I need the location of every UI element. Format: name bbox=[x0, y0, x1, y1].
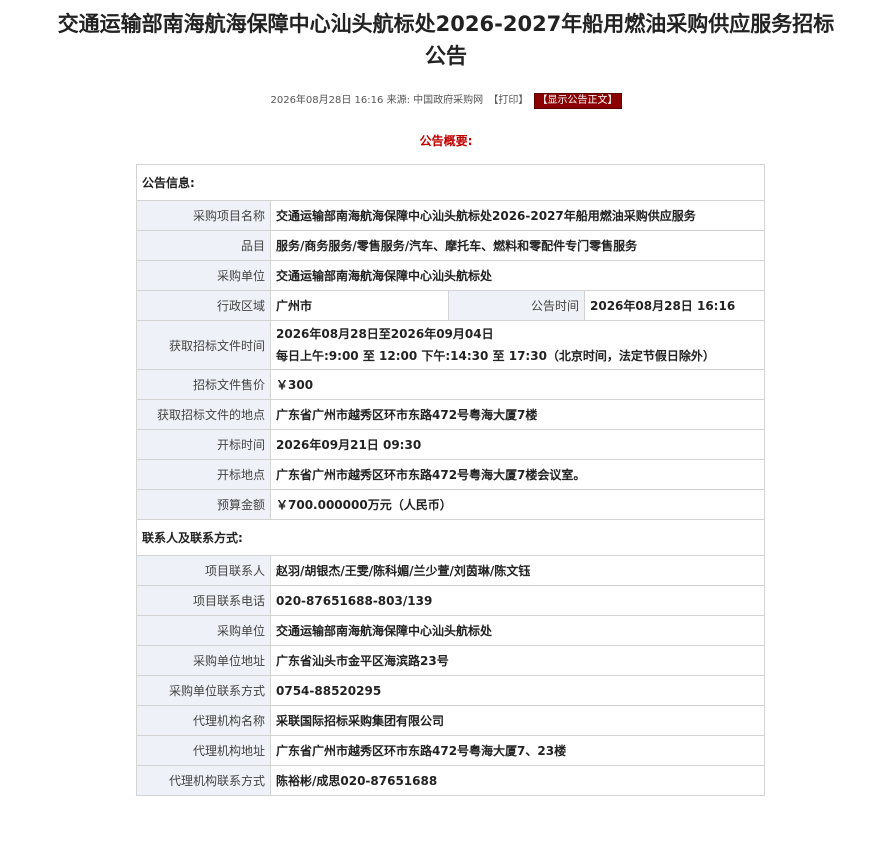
row-label: 代理机构地址 bbox=[136, 735, 271, 766]
purchaser-unit-value: 交通运输部南海航海保障中心汕头航标处 bbox=[270, 615, 765, 646]
announcement-meta: 2026年08月28日 16:16 来源: 中国政府采购网 【打印】 【显示公告… bbox=[0, 93, 892, 109]
publish-datetime: 2026年08月28日 16:16 bbox=[270, 95, 384, 106]
pubtime-label: 公告时间 bbox=[448, 290, 585, 321]
pubtime-value: 2026年08月28日 16:16 bbox=[584, 290, 765, 321]
project-contacts-value: 赵羽/胡银杰/王雯/陈科媚/兰少萱/刘茵琳/陈文钰 bbox=[270, 555, 765, 586]
summary-title: 公告概要: bbox=[419, 134, 473, 148]
bid-open-location-value: 广东省广州市越秀区环市东路472号粤海大厦7楼会议室。 bbox=[270, 459, 765, 490]
doc-time-hours: 每日上午:9:00 至 12:00 下午:14:30 至 17:30（北京时间，… bbox=[276, 349, 715, 363]
row-label: 项目联系人 bbox=[136, 555, 271, 586]
row-label: 品目 bbox=[136, 230, 271, 261]
doc-time-range: 2026年08月28日至2026年09月04日 bbox=[276, 327, 494, 341]
row-label: 开标地点 bbox=[136, 459, 271, 490]
row-label: 代理机构名称 bbox=[136, 705, 271, 736]
source-label: 来源: bbox=[386, 95, 410, 106]
purchaser-contact-value: 0754-88520295 bbox=[270, 675, 765, 706]
page-title-line2: 公告 bbox=[425, 44, 467, 68]
row-label: 开标时间 bbox=[136, 429, 271, 460]
agency-address-value: 广东省广州市越秀区环市东路472号粤海大厦7、23楼 bbox=[270, 735, 765, 766]
doc-time-label: 获取招标文件时间 bbox=[136, 320, 271, 370]
announcement-table: 公告信息: 采购项目名称 交通运输部南海航海保障中心汕头航标处2026-2027… bbox=[136, 164, 765, 796]
row-label: 预算金额 bbox=[136, 489, 271, 520]
row-label: 项目联系电话 bbox=[136, 585, 271, 616]
agency-contact-value: 陈裕彬/成思020-87651688 bbox=[270, 765, 765, 796]
category-value: 服务/商务服务/零售服务/汽车、摩托车、燃料和零配件专门零售服务 bbox=[270, 230, 765, 261]
row-label: 采购单位 bbox=[136, 615, 271, 646]
row-label: 采购单位 bbox=[136, 260, 271, 291]
page-title: 交通运输部南海航海保障中心汕头航标处2026-2027年船用燃油采购供应服务招标… bbox=[0, 8, 892, 72]
row-label: 采购项目名称 bbox=[136, 200, 271, 231]
project-name-value: 交通运输部南海航海保障中心汕头航标处2026-2027年船用燃油采购供应服务 bbox=[270, 200, 765, 231]
row-label: 代理机构联系方式 bbox=[136, 765, 271, 796]
purchaser-value: 交通运输部南海航海保障中心汕头航标处 bbox=[270, 260, 765, 291]
section-announcement-info: 公告信息: bbox=[136, 164, 765, 201]
bid-open-time-value: 2026年09月21日 09:30 bbox=[270, 429, 765, 460]
doc-price-value: ￥300 bbox=[270, 369, 765, 400]
print-link[interactable]: 【打印】 bbox=[488, 93, 528, 109]
project-phone-value: 020-87651688-803/139 bbox=[270, 585, 765, 616]
region-value: 广州市 bbox=[270, 290, 449, 321]
row-label: 获取招标文件的地点 bbox=[136, 399, 271, 430]
section-contacts: 联系人及联系方式: bbox=[136, 519, 765, 556]
row-label: 采购单位联系方式 bbox=[136, 675, 271, 706]
agency-name-value: 采联国际招标采购集团有限公司 bbox=[270, 705, 765, 736]
row-label: 招标文件售价 bbox=[136, 369, 271, 400]
row-label: 采购单位地址 bbox=[136, 645, 271, 676]
doc-time-value: 2026年08月28日至2026年09月04日 每日上午:9:00 至 12:0… bbox=[270, 320, 765, 370]
doc-location-value: 广东省广州市越秀区环市东路472号粤海大厦7楼 bbox=[270, 399, 765, 430]
source-name: 中国政府采购网 bbox=[413, 95, 484, 106]
purchaser-address-value: 广东省汕头市金平区海滨路23号 bbox=[270, 645, 765, 676]
page-title-line1: 交通运输部南海航海保障中心汕头航标处2026-2027年船用燃油采购供应服务招标 bbox=[57, 12, 835, 36]
show-content-button[interactable]: 【显示公告正文】 bbox=[533, 93, 622, 109]
budget-value: ￥700.000000万元（人民币） bbox=[270, 489, 765, 520]
region-label: 行政区域 bbox=[136, 290, 271, 321]
